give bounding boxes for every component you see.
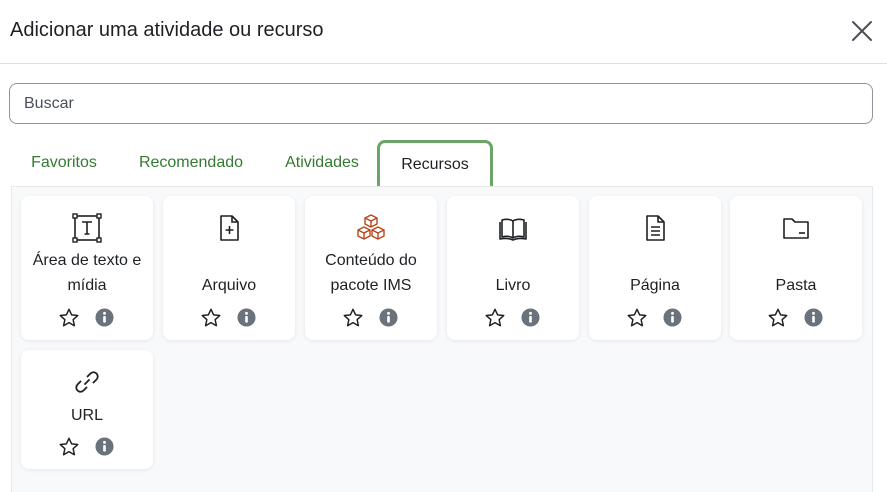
tab-favoritos[interactable]: Favoritos: [18, 140, 110, 186]
dialog-header: Adicionar uma atividade ou recurso: [0, 0, 887, 64]
info-icon[interactable]: [95, 308, 114, 327]
folder-icon: [780, 212, 812, 244]
resource-label: Conteúdo do pacote IMS: [325, 252, 417, 294]
star-icon[interactable]: [484, 307, 506, 329]
info-icon[interactable]: [804, 308, 823, 327]
info-icon[interactable]: [379, 308, 398, 327]
info-icon[interactable]: [663, 308, 682, 327]
info-icon[interactable]: [95, 437, 114, 456]
resource-card-pagina[interactable]: Página: [589, 196, 721, 340]
link-icon: [71, 366, 103, 398]
tab-atividades[interactable]: Atividades: [272, 140, 372, 186]
resource-label: Página: [630, 277, 680, 294]
cubes-icon: [355, 212, 387, 244]
tab-recursos[interactable]: Recursos: [377, 140, 493, 190]
resource-label: Livro: [495, 277, 531, 294]
text-frame-icon: [71, 212, 103, 244]
resource-card-url[interactable]: URL: [21, 350, 153, 469]
tab-bar: Favoritos Recomendado Atividades Recurso…: [0, 140, 887, 190]
star-icon[interactable]: [342, 307, 364, 329]
star-icon[interactable]: [200, 307, 222, 329]
resource-label: Arquivo: [201, 277, 257, 294]
document-icon: [639, 212, 671, 244]
resource-card-livro[interactable]: Livro: [447, 196, 579, 340]
resource-card-pacote-ims[interactable]: Conteúdo do pacote IMS: [305, 196, 437, 340]
tab-recomendado[interactable]: Recomendado: [126, 140, 256, 186]
resource-card-pasta[interactable]: Pasta: [730, 196, 862, 340]
star-icon[interactable]: [58, 436, 80, 458]
resource-card-area-de-texto[interactable]: Área de texto e mídia: [21, 196, 153, 340]
dialog-title: Adicionar uma atividade ou recurso: [10, 19, 324, 41]
resource-label: Área de texto e mídia: [32, 252, 142, 294]
resource-card-arquivo[interactable]: Arquivo: [163, 196, 295, 340]
star-icon[interactable]: [58, 307, 80, 329]
book-icon: [497, 212, 529, 244]
file-plus-icon: [213, 212, 245, 244]
resource-label: Pasta: [775, 277, 817, 294]
resource-label: URL: [70, 407, 103, 424]
search-input[interactable]: [9, 83, 873, 124]
info-icon[interactable]: [237, 308, 256, 327]
star-icon[interactable]: [626, 307, 648, 329]
info-icon[interactable]: [521, 308, 540, 327]
close-icon[interactable]: [850, 19, 874, 43]
star-icon[interactable]: [767, 307, 789, 329]
